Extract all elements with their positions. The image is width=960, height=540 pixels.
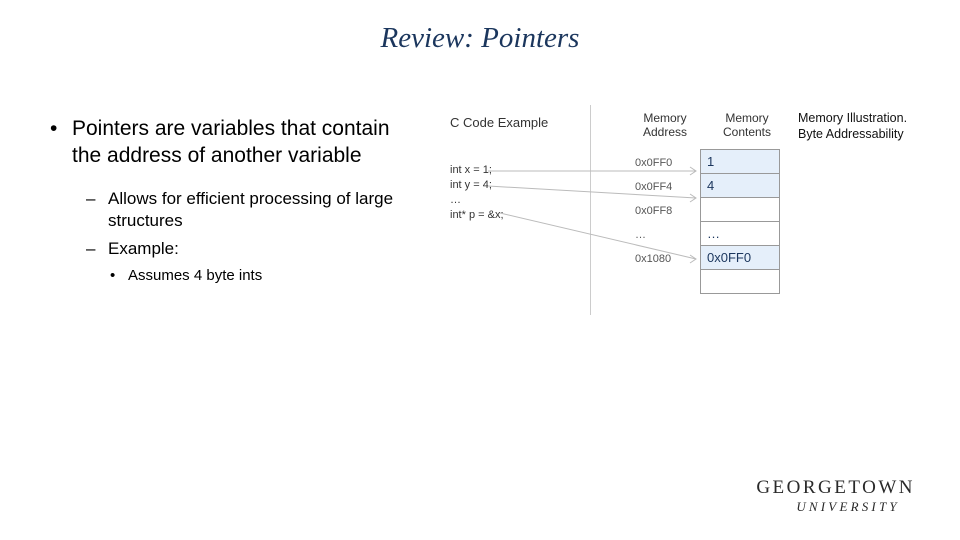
georgetown-logo: GEORGETOWN UNIVERSITY [756, 477, 915, 515]
memory-table: 1 4 … 0x0FF0 [700, 149, 780, 294]
memory-cell: 1 [700, 150, 780, 174]
bullet-dot-icon: • [110, 266, 128, 286]
addr-cell: 0x0FF8 [635, 199, 672, 223]
code-line: int* p = &x; [450, 208, 504, 223]
bullet-main-text: Pointers are variables that contain the … [72, 115, 420, 170]
bullet-subsub-text: Assumes 4 byte ints [128, 266, 262, 286]
code-example-label: C Code Example [450, 115, 548, 130]
address-column: 0x0FF0 0x0FF4 0x0FF8 … 0x1080 [635, 151, 672, 271]
bullet-subsub: • Assumes 4 byte ints [110, 266, 420, 286]
memory-cell: 4 [700, 174, 780, 198]
logo-line1: GEORGETOWN [756, 477, 915, 499]
text-column: • Pointers are variables that contain th… [50, 115, 420, 285]
logo-line2: UNIVERSITY [796, 499, 915, 515]
memory-contents-label: Memory Contents [712, 111, 782, 139]
memory-address-label: Memory Address [630, 111, 700, 139]
memory-cell: … [700, 222, 780, 246]
bullet-sub1: – Allows for efficient processing of lar… [86, 188, 420, 232]
bullet-dot-icon: • [50, 115, 72, 170]
bullet-main: • Pointers are variables that contain th… [50, 115, 420, 170]
addr-cell: … [635, 223, 672, 247]
memory-cell [700, 270, 780, 294]
slide-title: Review: Pointers [0, 0, 960, 55]
bullet-dash-icon: – [86, 188, 108, 232]
bullet-sub2: – Example: [86, 238, 420, 260]
bullet-dash-icon: – [86, 238, 108, 260]
bullet-sub1-text: Allows for efficient processing of large… [108, 188, 420, 232]
memory-diagram: C Code Example int x = 1; int y = 4; … i… [440, 105, 940, 365]
addr-cell: 0x0FF4 [635, 175, 672, 199]
memory-cell: 0x0FF0 [700, 246, 780, 270]
addr-cell: 0x0FF0 [635, 151, 672, 175]
illustration-label: Memory Illustration. Byte Addressability [798, 111, 907, 142]
addr-cell: 0x1080 [635, 247, 672, 271]
memory-cell [700, 198, 780, 222]
bullet-sub2-text: Example: [108, 238, 179, 260]
